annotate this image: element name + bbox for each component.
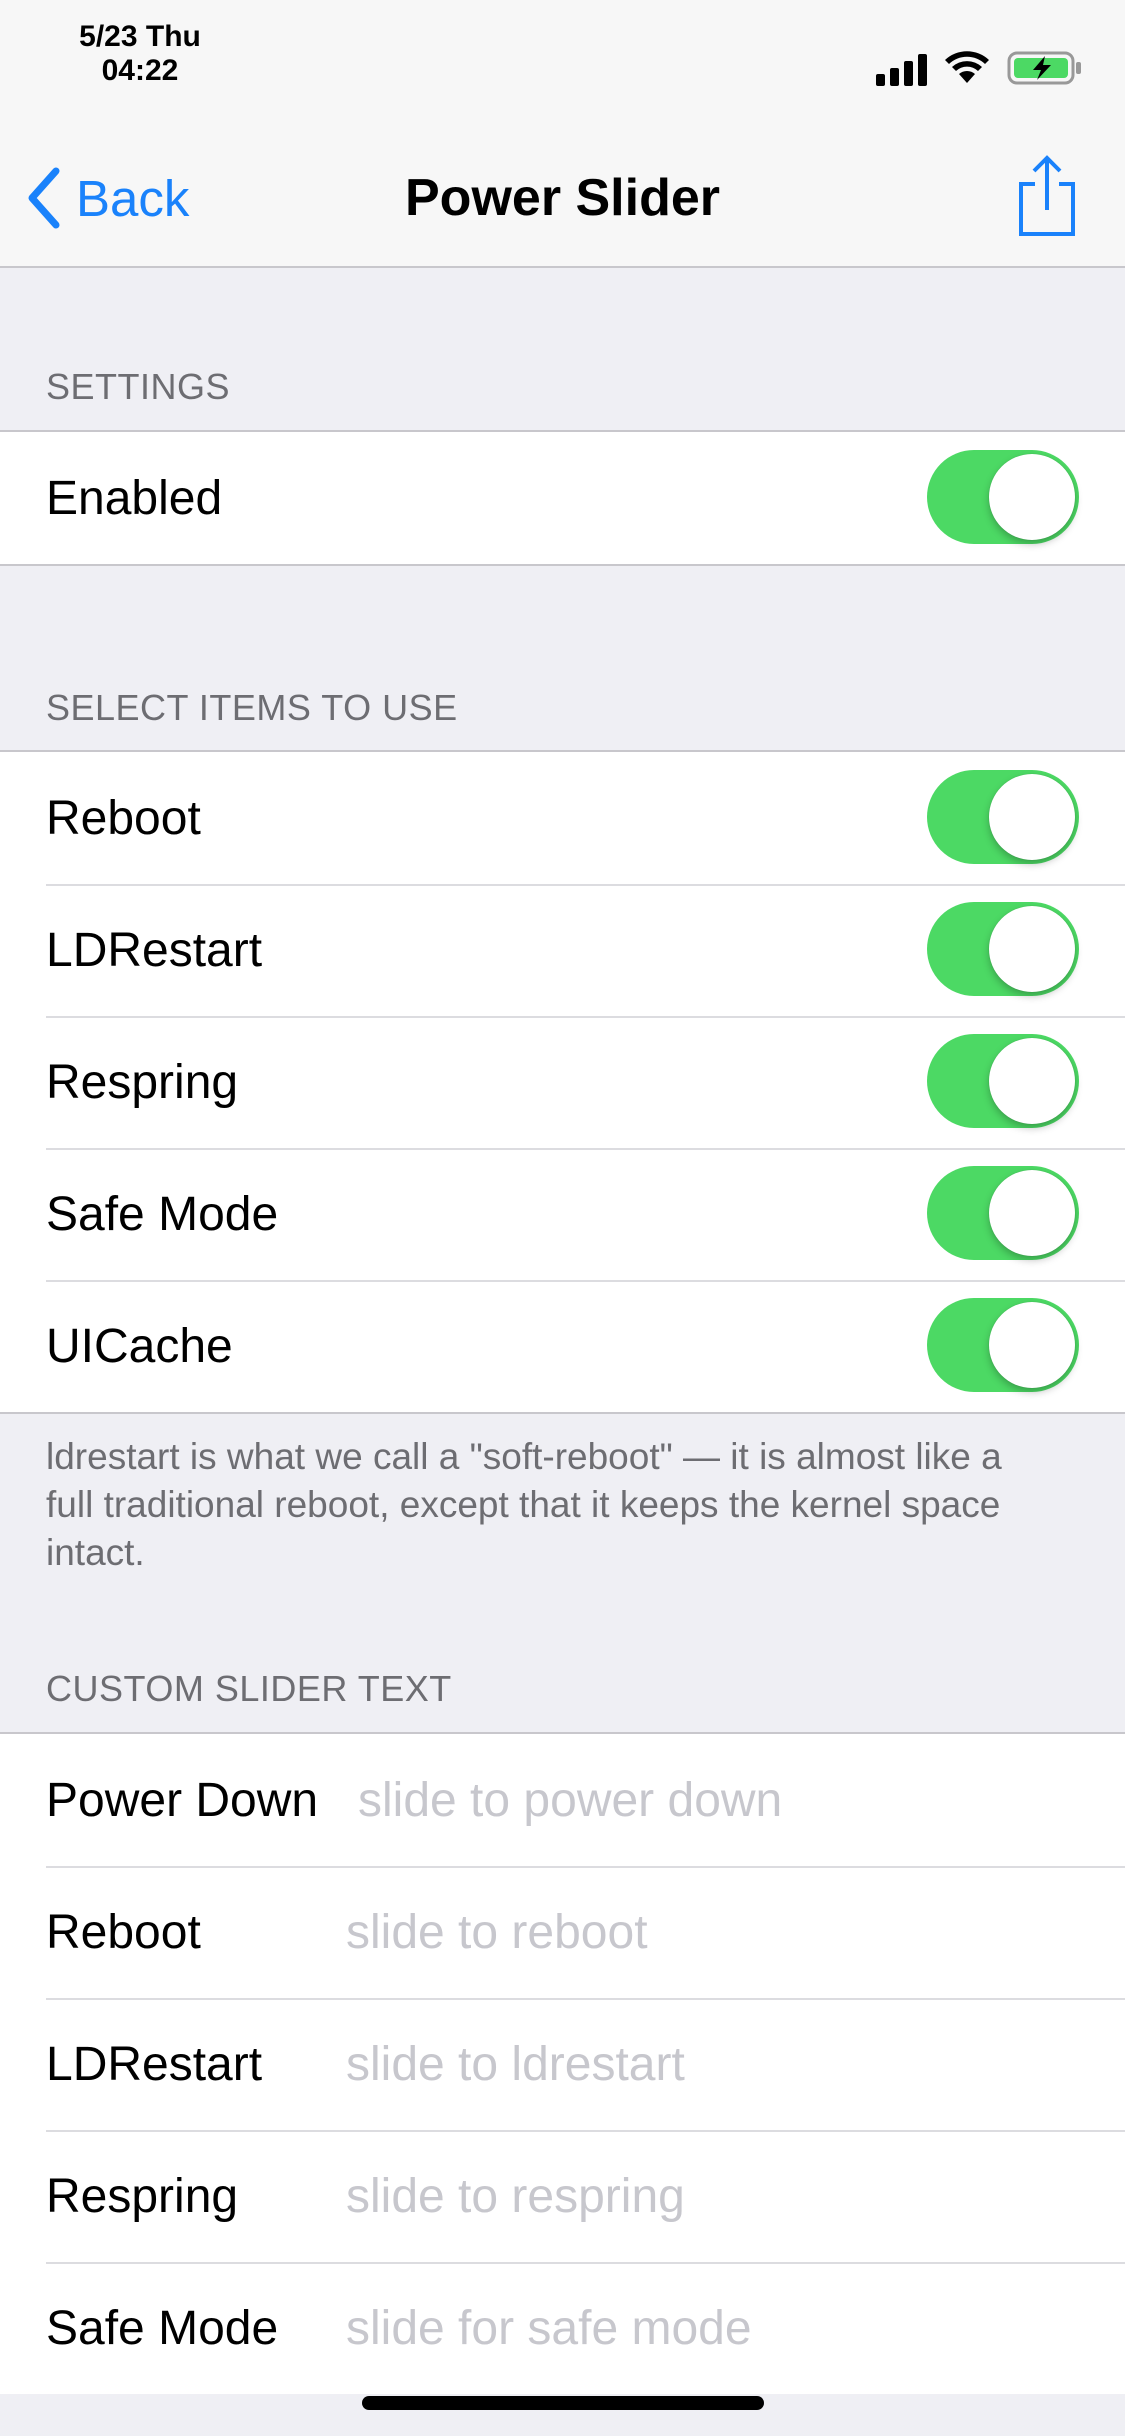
slider-text-row-ldrestart: LDRestart [0,1998,1125,2130]
row-label: Respring [46,1055,239,1109]
row-label: Respring [46,2169,239,2223]
toggle-knob [989,1170,1075,1256]
status-icons [876,48,1083,88]
row-label: UICache [46,1319,233,1373]
toggle-knob [989,906,1075,992]
row-label: Reboot [46,791,201,845]
ldrestart-footer-note: ldrestart is what we call a "soft-reboot… [46,1436,1002,1573]
row-label: Safe Mode [46,1187,279,1241]
row-label: Power Down [46,1773,319,1827]
toggle-knob [989,1302,1075,1388]
section-header-settings: SETTINGS [46,366,231,407]
slider-text-row-safe-mode: Safe Mode [0,2262,1125,2394]
slider-text-row-reboot: Reboot [0,1866,1125,1998]
slider-text-row-respring: Respring [0,2130,1125,2262]
item-row-safe-mode: Safe Mode [0,1148,1125,1280]
row-label: Reboot [46,1905,201,1959]
safe-mode-toggle[interactable] [927,1166,1079,1260]
wifi-icon [945,51,989,83]
row-label: LDRestart [46,2037,263,2091]
item-row-respring: Respring [0,1016,1125,1148]
row-label: Safe Mode [46,2301,279,2355]
navigation-bar: Back Power Slider [0,130,1125,268]
slider-text-group: Power Down Reboot LDRestart Respring Saf… [0,1732,1125,2394]
power-down-text-field[interactable] [358,1768,1095,1832]
ldrestart-toggle[interactable] [927,902,1079,996]
status-bar: 5/23 Thu 04:22 [0,0,1125,130]
battery-charging-icon [1007,51,1081,85]
toggle-knob [989,1038,1075,1124]
item-row-reboot: Reboot [0,752,1125,884]
signal-icon [876,50,927,86]
page-title: Power Slider [405,169,720,227]
ldrestart-text-field[interactable] [346,2032,1095,2096]
status-time: 04:22 [101,54,179,87]
status-date: 5/23 Thu [79,20,201,53]
uicache-toggle[interactable] [927,1298,1079,1392]
safe-mode-text-field[interactable] [346,2296,1095,2360]
settings-group: Enabled [0,430,1125,566]
respring-toggle[interactable] [927,1034,1079,1128]
section-header-slider-text: CUSTOM SLIDER TEXT [46,1668,452,1709]
items-group: Reboot LDRestart Respring Safe Mode UICa… [0,750,1125,1414]
home-indicator[interactable] [362,2396,764,2410]
item-row-ldrestart: LDRestart [0,884,1125,1016]
slider-text-row-power-down: Power Down [0,1734,1125,1866]
section-header-items: SELECT ITEMS TO USE [46,687,458,728]
reboot-text-field[interactable] [346,1900,1095,1964]
row-label: Enabled [46,471,223,525]
status-datetime: 5/23 Thu 04:22 [60,20,220,88]
setting-row-enabled: Enabled [0,432,1125,564]
reboot-toggle[interactable] [927,770,1079,864]
respring-text-field[interactable] [346,2164,1095,2228]
enabled-toggle[interactable] [927,450,1079,544]
toggle-knob [989,774,1075,860]
row-label: LDRestart [46,923,263,977]
toggle-knob [989,454,1075,540]
share-icon[interactable] [1017,154,1077,238]
item-row-uicache: UICache [0,1280,1125,1412]
